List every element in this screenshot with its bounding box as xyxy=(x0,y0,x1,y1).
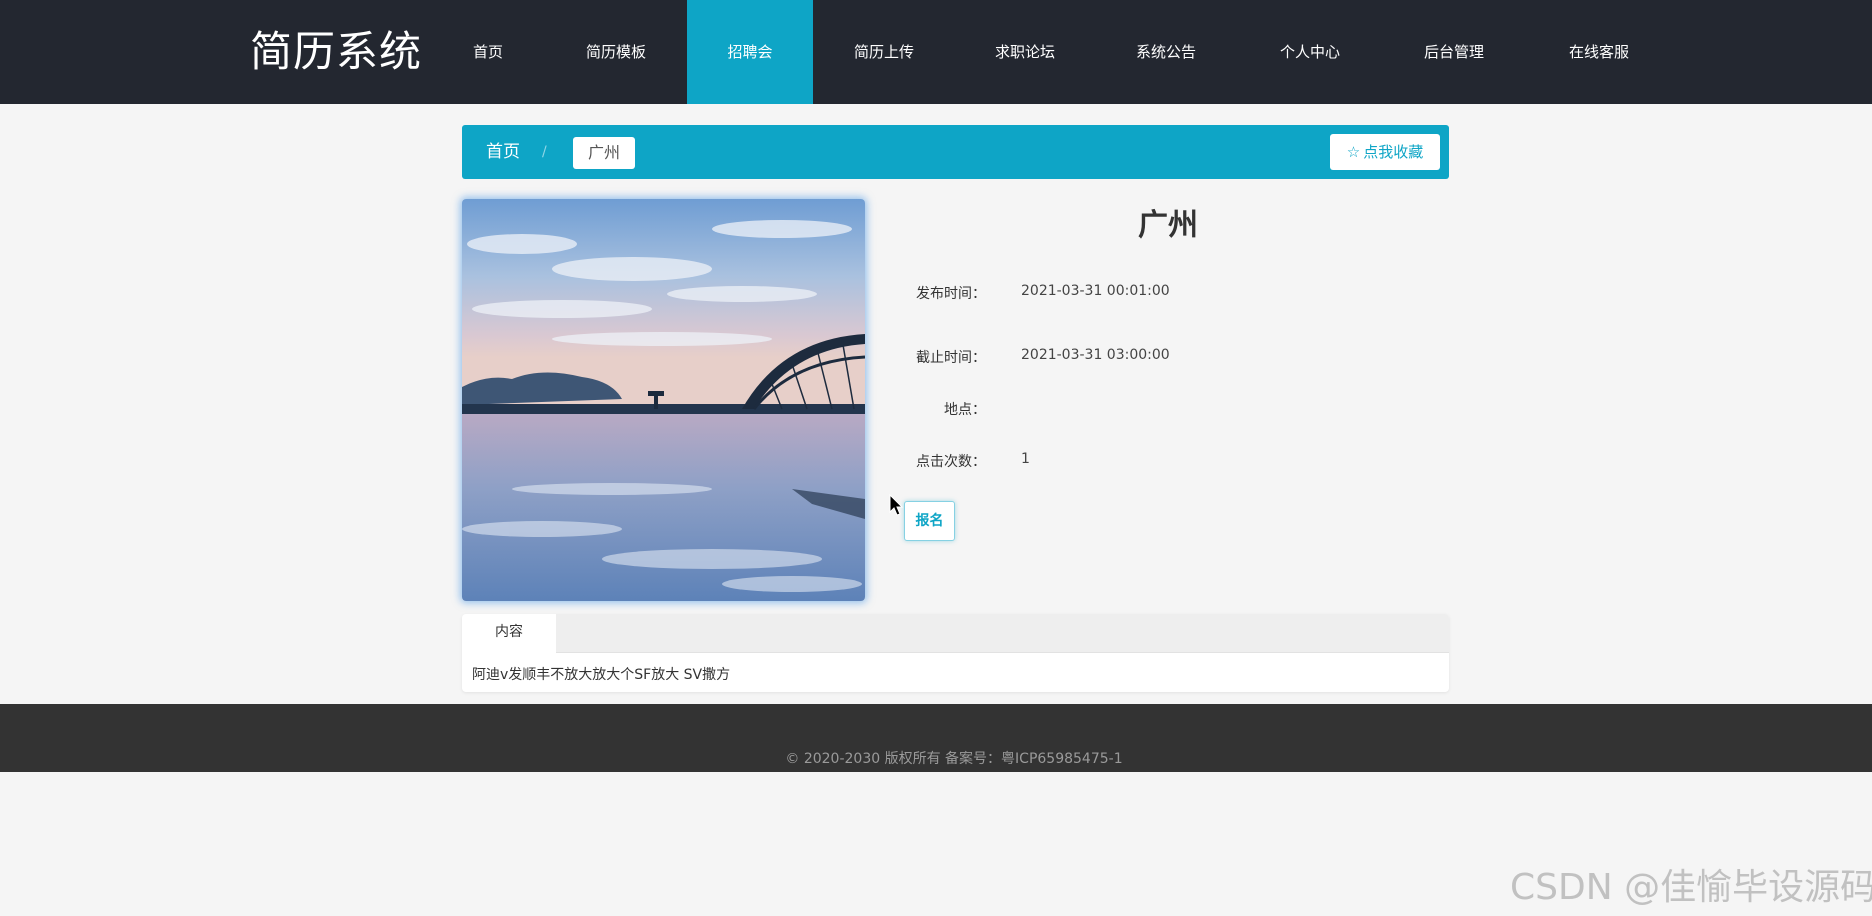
nav-item-home[interactable]: 首页 xyxy=(448,0,528,104)
footer-copyright: © 2020-2030 版权所有 备案号：粤ICP65985475-1 xyxy=(785,751,1123,767)
publish-time-value: 2021-03-31 00:01:00 xyxy=(1021,283,1170,299)
signup-button[interactable]: 报名 xyxy=(904,501,955,541)
job-fair-image xyxy=(462,199,865,601)
nav-item-job-fair[interactable]: 招聘会 xyxy=(687,0,813,104)
tab-bar xyxy=(462,614,1449,653)
mouse-cursor-icon xyxy=(889,494,904,516)
click-count-value: 1 xyxy=(1021,451,1030,467)
watermark: CSDN @佳愉毕设源码 xyxy=(1510,867,1872,908)
breadcrumb: 首页 / 广州 ☆ 点我收藏 xyxy=(462,125,1449,179)
nav-item-resume-templates[interactable]: 简历模板 xyxy=(576,0,656,104)
nav-item-announcements[interactable]: 系统公告 xyxy=(1126,0,1206,104)
bridge-lake-picture xyxy=(462,199,865,601)
favorite-button-label: 点我收藏 xyxy=(1363,143,1424,161)
deadline-value: 2021-03-31 03:00:00 xyxy=(1021,347,1170,363)
location-label: 地点： xyxy=(944,402,986,418)
star-icon: ☆ xyxy=(1346,143,1361,161)
nav-item-resume-upload[interactable]: 简历上传 xyxy=(844,0,924,104)
deadline-label: 截止时间： xyxy=(916,350,986,366)
top-header: 简历系统 首页 简历模板 招聘会 简历上传 求职论坛 系统公告 个人中心 后台管… xyxy=(0,0,1872,104)
footer: © 2020-2030 版权所有 备案号：粤ICP65985475-1 xyxy=(0,704,1872,772)
content-text: 阿迪v发顺丰不放大放大个SF放大 SV撒方 xyxy=(472,667,731,683)
breadcrumb-home[interactable]: 首页 xyxy=(486,125,520,179)
nav-item-admin[interactable]: 后台管理 xyxy=(1414,0,1494,104)
site-logo[interactable]: 简历系统 xyxy=(250,24,422,80)
breadcrumb-separator: / xyxy=(542,144,547,160)
favorite-button[interactable]: ☆ 点我收藏 xyxy=(1330,134,1440,170)
detail-title: 广州 xyxy=(1138,208,1198,243)
tab-content[interactable]: 内容 xyxy=(462,614,556,654)
publish-time-label: 发布时间： xyxy=(916,286,986,302)
nav-item-job-forum[interactable]: 求职论坛 xyxy=(985,0,1065,104)
breadcrumb-current: 广州 xyxy=(573,137,635,169)
nav-item-personal-center[interactable]: 个人中心 xyxy=(1270,0,1350,104)
click-count-label: 点击次数： xyxy=(916,454,986,470)
content-tab-panel: 内容 阿迪v发顺丰不放大放大个SF放大 SV撒方 xyxy=(462,614,1449,692)
nav-item-online-service[interactable]: 在线客服 xyxy=(1559,0,1639,104)
